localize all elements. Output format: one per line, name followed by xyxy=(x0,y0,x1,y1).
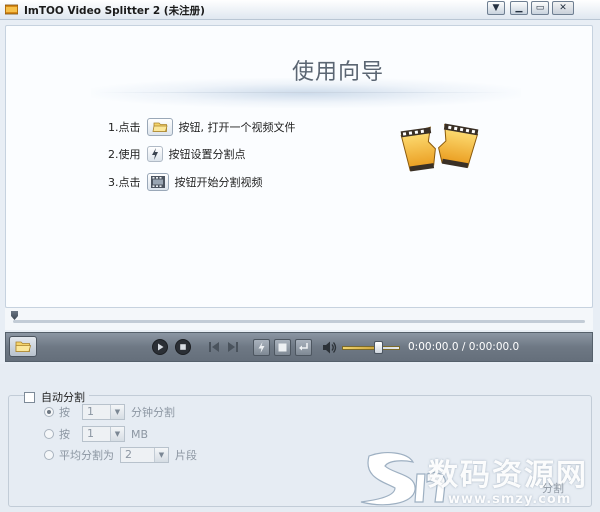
split-average-select[interactable]: 2 ▼ xyxy=(120,447,169,463)
volume-icon[interactable] xyxy=(321,339,338,356)
split-by-minutes-prefix: 按 xyxy=(59,406,70,419)
guide-step-set-point: 2.使用 按钮设置分割点 xyxy=(108,146,246,162)
set-split-point-button[interactable] xyxy=(253,339,270,356)
next-frame-icon[interactable] xyxy=(226,340,240,354)
chevron-down-icon: ▼ xyxy=(110,405,124,419)
split-button[interactable]: 分割 xyxy=(542,480,564,496)
auto-split-row[interactable]: 自动分割 xyxy=(24,389,89,405)
step1-suffix: 按钮, 打开一个视频文件 xyxy=(178,121,296,134)
player-control-bar: 0:00:00.0 / 0:00:00.0 xyxy=(5,332,593,362)
split-size-select[interactable]: 1 ▼ xyxy=(82,426,125,442)
window-title: ImTOO Video Splitter 2 (未注册) xyxy=(24,5,205,17)
stop-button[interactable] xyxy=(175,339,191,355)
time-display: 0:00:00.0 / 0:00:00.0 xyxy=(408,341,520,353)
play-icon xyxy=(158,343,164,351)
folder-icon xyxy=(15,341,32,352)
title-bar: ImTOO Video Splitter 2 (未注册) ▼ ▁ ▭ ✕ xyxy=(0,0,600,20)
app-window: ImTOO Video Splitter 2 (未注册) ▼ ▁ ▭ ✕ 使用向… xyxy=(0,0,600,512)
step1-prefix: 1.点击 xyxy=(108,121,141,134)
split-average-suffix: 片段 xyxy=(175,449,197,462)
split-point-icon xyxy=(258,342,265,353)
split-average-row: 平均分割为 2 ▼ 片段 xyxy=(44,447,197,463)
timeline-area xyxy=(5,308,593,330)
auto-split-label: 自动分割 xyxy=(41,391,85,404)
split-by-size-radio[interactable] xyxy=(44,429,54,439)
guide-title-underline xyxy=(98,92,508,93)
volume-slider[interactable] xyxy=(342,346,400,350)
split-minutes-select[interactable]: 1 ▼ xyxy=(82,404,125,420)
guide-title: 使用向导 xyxy=(291,60,384,85)
maximize-icon[interactable]: ▭ xyxy=(531,1,549,15)
set-end-point-button[interactable] xyxy=(274,339,291,356)
split-by-minutes-radio[interactable] xyxy=(44,407,54,417)
chevron-down-icon[interactable]: ▼ xyxy=(487,1,505,15)
usage-guide-panel: 使用向导 1.点击 按钮, 打开一个视频文件 2.使用 按钮设置分割点 3.点击 xyxy=(5,25,593,308)
split-average-prefix: 平均分割为 xyxy=(59,449,114,462)
split-point-icon xyxy=(146,146,163,162)
enter-icon xyxy=(299,343,308,351)
split-by-size-prefix: 按 xyxy=(59,428,70,441)
split-by-minutes-row: 按 1 ▼ 分钟分割 xyxy=(44,404,175,420)
guide-step-start-split: 3.点击 按钮开始分割视频 xyxy=(108,173,263,191)
return-button[interactable] xyxy=(295,339,312,356)
play-button[interactable] xyxy=(152,339,168,355)
split-average-radio[interactable] xyxy=(44,450,54,460)
timeline-track[interactable] xyxy=(13,320,585,323)
watermark-brand: 数码资源网 xyxy=(428,458,588,493)
split-minutes-value: 1 xyxy=(87,405,94,418)
split-video-icon xyxy=(146,173,169,191)
open-file-button[interactable] xyxy=(9,336,37,357)
close-icon[interactable]: ✕ xyxy=(552,1,574,15)
film-split-logo xyxy=(400,123,479,172)
split-by-minutes-suffix: 分钟分割 xyxy=(131,406,175,419)
split-average-value: 2 xyxy=(125,448,132,461)
step2-suffix: 按钮设置分割点 xyxy=(168,148,246,161)
app-icon xyxy=(5,4,18,15)
chevron-down-icon: ▼ xyxy=(110,427,124,441)
step2-prefix: 2.使用 xyxy=(108,148,141,161)
split-size-value: 1 xyxy=(87,427,94,440)
timeline-handle[interactable] xyxy=(11,311,18,320)
open-folder-icon xyxy=(146,118,173,136)
guide-step-open: 1.点击 按钮, 打开一个视频文件 xyxy=(108,118,296,136)
stop-square-icon xyxy=(278,343,287,352)
auto-split-checkbox[interactable] xyxy=(24,391,35,403)
step3-suffix: 按钮开始分割视频 xyxy=(174,176,263,189)
volume-slider-handle[interactable] xyxy=(374,341,383,354)
previous-frame-icon[interactable] xyxy=(207,340,221,354)
split-by-size-suffix: MB xyxy=(131,427,149,441)
split-by-size-row: 按 1 ▼ MB xyxy=(44,426,148,442)
chevron-down-icon: ▼ xyxy=(154,448,168,462)
step3-prefix: 3.点击 xyxy=(108,176,141,189)
minimize-icon[interactable]: ▁ xyxy=(510,1,528,15)
stop-icon xyxy=(180,344,186,350)
